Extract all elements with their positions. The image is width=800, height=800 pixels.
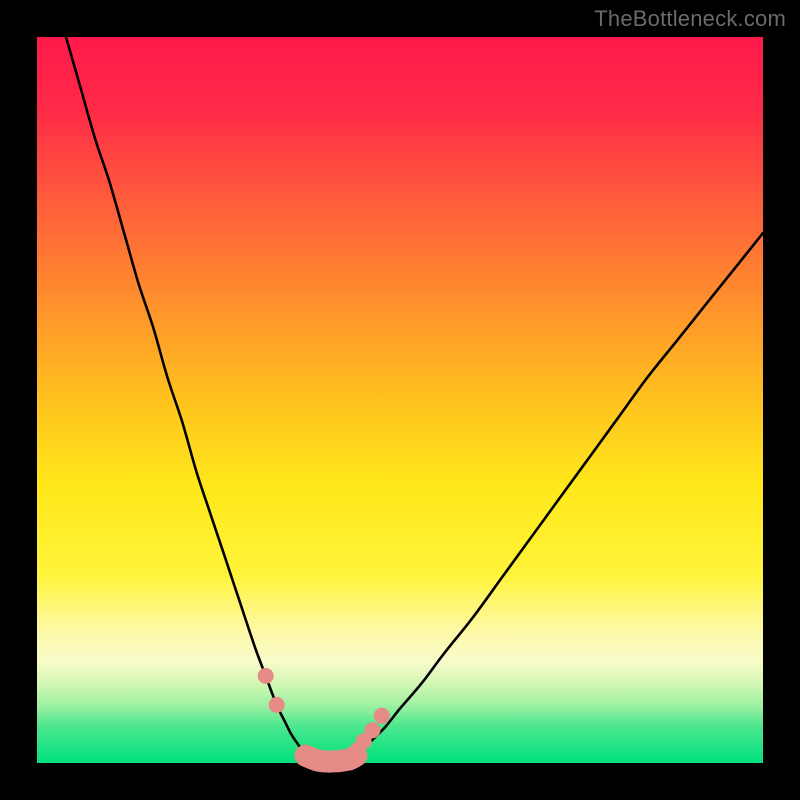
curves-layer <box>37 37 763 763</box>
marker-right-mid <box>364 722 380 738</box>
chart-stage: TheBottleneck.com <box>0 0 800 800</box>
marker-left-lower <box>269 697 285 713</box>
watermark-text: TheBottleneck.com <box>594 6 786 32</box>
marker-left-upper <box>258 668 274 684</box>
markers-group <box>258 668 390 773</box>
marker-right-upper <box>374 708 390 724</box>
curve-right-branch <box>356 233 763 756</box>
curve-left-branch <box>66 37 306 756</box>
